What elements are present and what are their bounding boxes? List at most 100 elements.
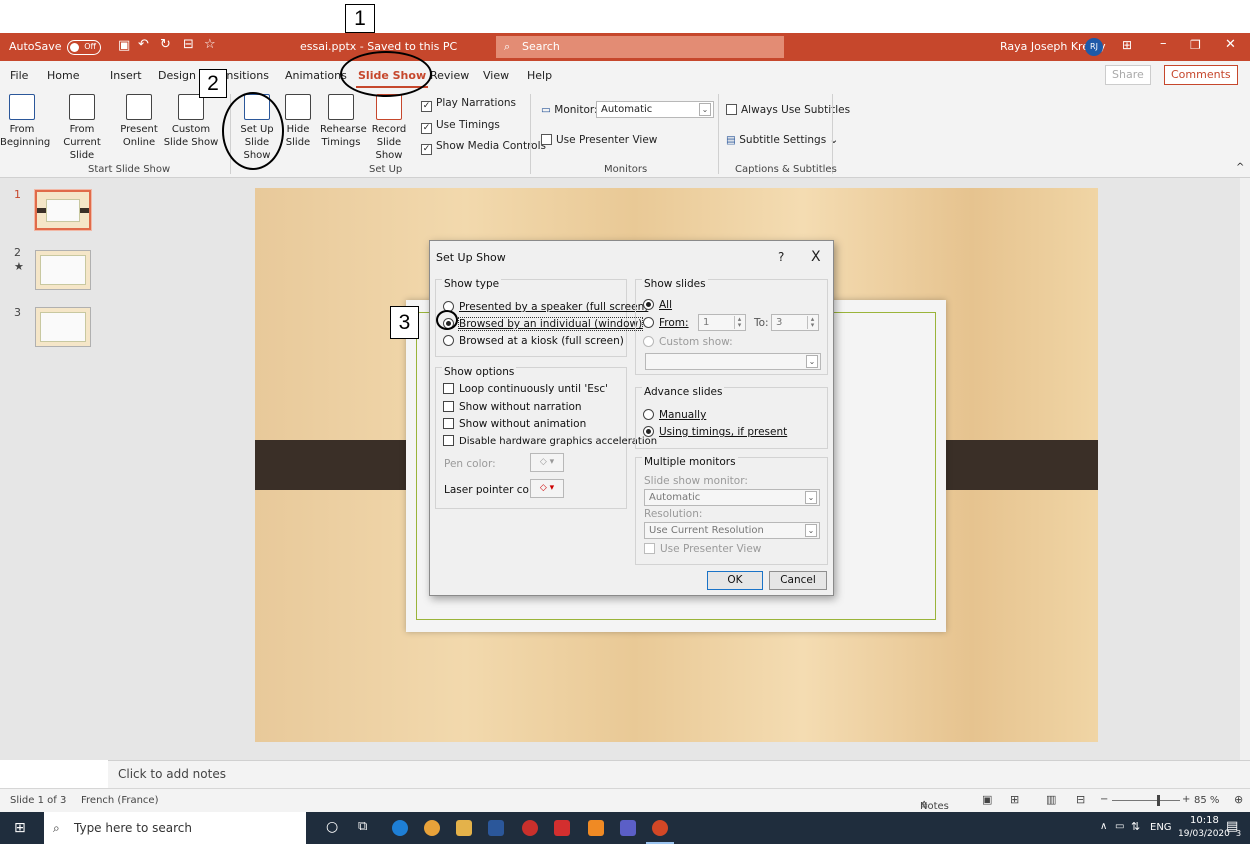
group-label-monitors: Monitors (604, 164, 648, 175)
minimize-icon[interactable]: – (1160, 36, 1167, 51)
tab-design[interactable]: Design (158, 69, 196, 82)
to-spinner[interactable]: 3 ▴ ▾ (771, 314, 819, 331)
restore-icon[interactable]: ❐ (1190, 38, 1201, 52)
pen-color-button[interactable]: ◇ ▾ (530, 453, 564, 472)
record-slide-show-button[interactable]: Record Slide Show (362, 94, 416, 162)
check-icon: ✓ (421, 144, 432, 155)
clock-time[interactable]: 10:18 (1190, 815, 1219, 826)
ribbon-display-icon[interactable]: ⊞ (1122, 38, 1132, 52)
slide-thumbnail[interactable] (35, 250, 91, 290)
task-view-icon[interactable]: ⧉ (358, 819, 367, 834)
show-media-controls-checkbox[interactable]: ✓ Show Media Controls (421, 140, 546, 155)
type-kiosk-radio[interactable]: Browsed at a kiosk (full screen) (443, 335, 624, 347)
disable-hw-checkbox[interactable]: Disable hardware graphics acceleration (443, 435, 657, 447)
comments-button[interactable]: Comments (1164, 65, 1238, 85)
search-box[interactable]: ⌕ Search (496, 36, 784, 58)
type-speaker-radio[interactable]: Presented by a speaker (full screen) (443, 301, 648, 313)
app-icon[interactable] (522, 820, 538, 836)
chrome-icon[interactable] (424, 820, 440, 836)
taskbar-search-box[interactable]: ⌕ Type here to search (44, 812, 306, 844)
start-slideshow-icon[interactable]: ⊟ (183, 37, 194, 52)
use-presenter-view-checkbox[interactable]: Use Presenter View (541, 134, 657, 146)
tab-animations[interactable]: Animations (285, 69, 347, 82)
cancel-button[interactable]: Cancel (769, 571, 827, 590)
network-icon[interactable]: ⇅ (1131, 820, 1140, 833)
collapse-ribbon-icon[interactable]: ^ (1236, 162, 1244, 173)
monitor-select-value: Automatic (649, 492, 701, 503)
battery-icon[interactable]: ▭ (1115, 821, 1124, 832)
custom-show-radio[interactable]: Custom show: (643, 336, 733, 348)
slide-show-monitor-select[interactable]: Automatic ⌄ (644, 489, 820, 506)
from-spinner[interactable]: 1 ▴ ▾ (698, 314, 746, 331)
monitor-select[interactable]: Automatic ⌄ (596, 101, 714, 118)
tab-help[interactable]: Help (527, 69, 552, 82)
custom-show-select[interactable]: ⌄ (645, 353, 821, 370)
clock-date[interactable]: 19/03/2020 (1178, 829, 1230, 839)
vertical-scrollbar[interactable] (1240, 178, 1250, 760)
redo-icon[interactable]: ↻ (160, 37, 171, 52)
autosave-label: AutoSave (9, 40, 62, 53)
zoom-slider[interactable] (1112, 800, 1180, 801)
acrobat-icon[interactable] (554, 820, 570, 836)
notes-pane[interactable]: Click to add notes (108, 760, 1250, 788)
all-slides-radio[interactable]: All (643, 299, 672, 311)
custom-show-button[interactable]: Custom Slide Show (163, 94, 219, 149)
windows-start-icon[interactable]: ⊞ (14, 820, 26, 836)
present-online-button[interactable]: Present Online (118, 94, 160, 149)
ok-button[interactable]: OK (707, 571, 763, 590)
fit-slide-icon[interactable]: ⊕ (1234, 793, 1243, 806)
word-icon[interactable] (488, 820, 504, 836)
save-icon[interactable]: ▣ (118, 38, 130, 53)
tab-view[interactable]: View (483, 69, 509, 82)
powerpoint-icon[interactable] (652, 820, 668, 836)
input-language[interactable]: ENG (1150, 822, 1172, 833)
from-radio[interactable]: From: (643, 317, 689, 329)
rehearse-timings-button[interactable]: Rehearse Timings (320, 94, 367, 149)
use-timings-checkbox[interactable]: ✓ Use Timings (421, 119, 500, 134)
teams-icon[interactable] (620, 820, 636, 836)
manually-radio[interactable]: Manually (643, 409, 706, 421)
help-button[interactable]: ? (778, 250, 784, 264)
reading-view-icon[interactable]: ▥ (1046, 793, 1056, 806)
zoom-out-icon[interactable]: − (1100, 794, 1108, 805)
use-presenter-checkbox[interactable]: Use Presenter View (644, 543, 761, 555)
zoom-slider-thumb[interactable] (1157, 795, 1160, 806)
zoom-level[interactable]: 85 % (1194, 795, 1219, 806)
tab-insert[interactable]: Insert (110, 69, 142, 82)
current-slide-icon (69, 94, 95, 120)
language-indicator[interactable]: French (France) (81, 795, 158, 806)
share-button[interactable]: Share (1105, 65, 1151, 85)
using-timings-radio[interactable]: Using timings, if present (643, 426, 787, 438)
user-avatar[interactable]: RJ (1085, 38, 1103, 56)
undo-icon[interactable]: ↶ (138, 37, 149, 52)
slide-thumbnail[interactable] (34, 189, 92, 231)
tray-chevron-icon[interactable]: ∧ (1100, 821, 1107, 832)
edge-icon[interactable] (392, 820, 408, 836)
cortana-icon[interactable]: ○ (326, 819, 338, 835)
dialog-close-button[interactable]: X (811, 249, 821, 265)
from-beginning-button[interactable]: From Beginning (0, 94, 50, 149)
normal-view-icon[interactable]: ▣ (982, 793, 992, 806)
tab-file[interactable]: File (10, 69, 28, 82)
slide-thumbnail[interactable] (35, 307, 91, 347)
slideshow-view-icon[interactable]: ⊟ (1076, 793, 1085, 806)
type-individual-radio[interactable]: Browsed by an individual (window) (443, 317, 644, 331)
slide-sorter-icon[interactable]: ⊞ (1010, 793, 1019, 806)
hide-slide-button[interactable]: Hide Slide (283, 94, 313, 149)
autosave-toggle[interactable]: Off (67, 40, 101, 55)
customize-toolbar-icon[interactable]: ☆ (204, 37, 216, 52)
file-explorer-icon[interactable] (456, 820, 472, 836)
laser-color-button[interactable]: ◇ ▾ (530, 479, 564, 498)
from-current-button[interactable]: From Current Slide (58, 94, 106, 162)
no-narration-checkbox[interactable]: Show without narration (443, 401, 582, 413)
zoom-in-icon[interactable]: + (1182, 794, 1190, 805)
no-animation-checkbox[interactable]: Show without animation (443, 418, 586, 430)
close-icon[interactable]: ✕ (1225, 37, 1236, 52)
tab-home[interactable]: Home (47, 69, 79, 82)
vlc-icon[interactable] (588, 820, 604, 836)
tab-review[interactable]: Review (430, 69, 469, 82)
play-narrations-checkbox[interactable]: ✓ Play Narrations (421, 97, 516, 112)
subtitle-settings-button[interactable]: ▤ Subtitle Settings ⌄ (726, 134, 838, 146)
loop-checkbox[interactable]: Loop continuously until 'Esc' (443, 383, 608, 395)
resolution-select[interactable]: Use Current Resolution ⌄ (644, 522, 820, 539)
